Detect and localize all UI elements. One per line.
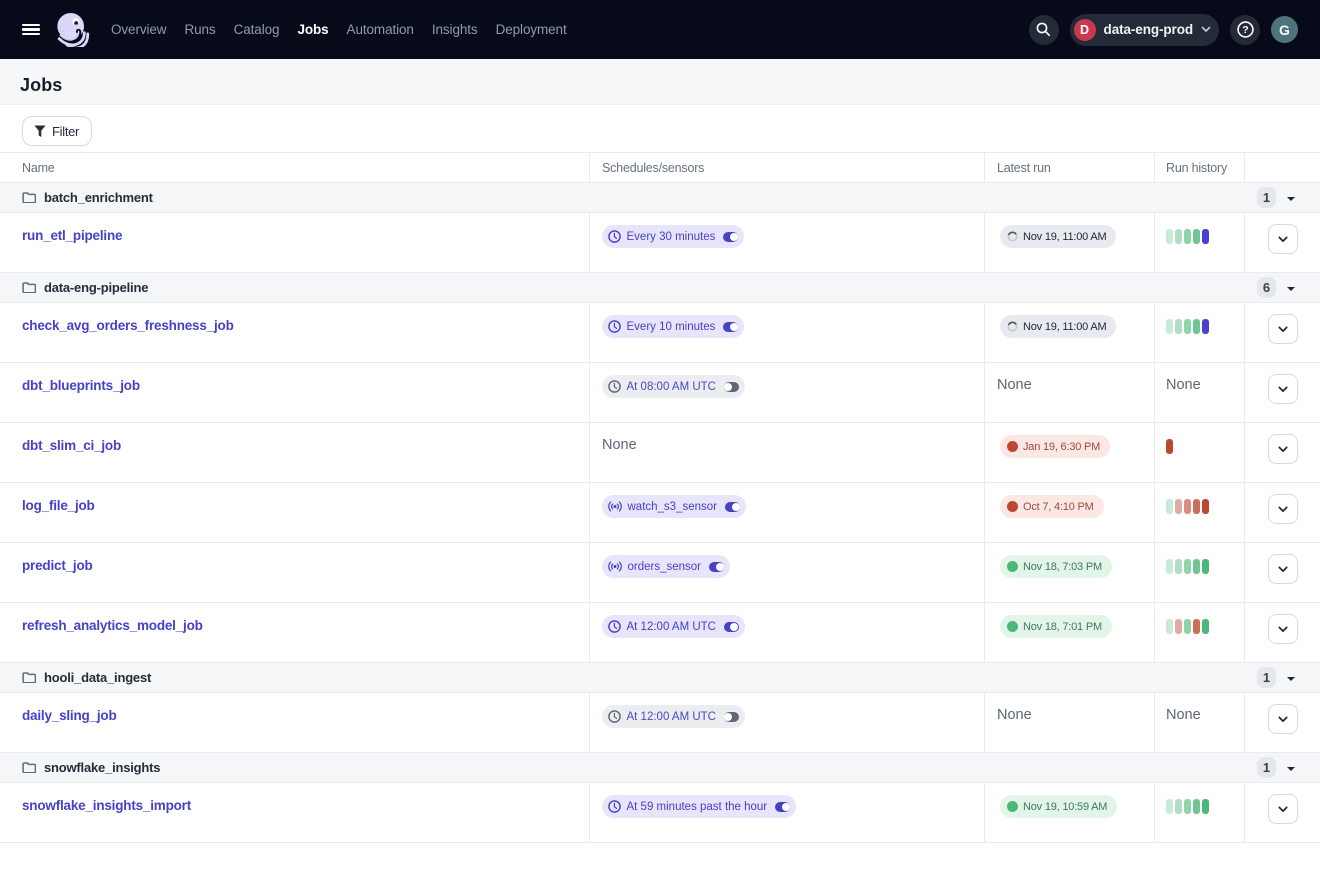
svg-text:?: ? [1242, 24, 1248, 36]
